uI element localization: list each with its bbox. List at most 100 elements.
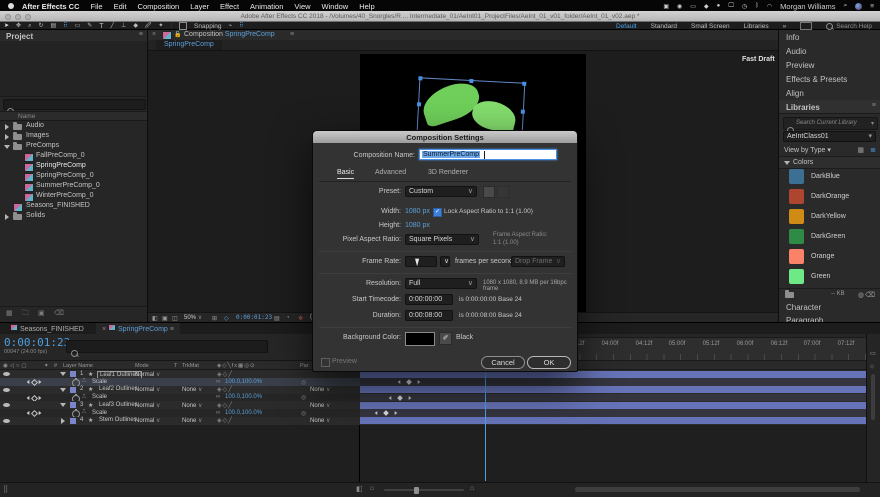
layer-duration-bar[interactable] <box>360 386 866 393</box>
eye-icon[interactable] <box>3 403 10 407</box>
project-item[interactable]: SpringPreComp <box>0 161 147 171</box>
property-value[interactable]: 100.0,100.0% <box>225 394 262 400</box>
menu-composition[interactable]: Composition <box>138 2 180 11</box>
keyframe-markers[interactable] <box>397 379 421 385</box>
layer-row[interactable]: 4 ★ Stem Outlines Normal ∨ None ∨ ◈◇╱ No… <box>0 417 880 425</box>
vertical-scrollbar[interactable] <box>871 374 875 420</box>
eye-icon[interactable] <box>3 388 10 392</box>
workspace-overflow-icon[interactable]: » <box>783 23 787 30</box>
color-swatch-row[interactable]: Green <box>779 267 880 287</box>
view-by-type-dropdown[interactable]: View by Type ▾ <box>784 146 831 154</box>
pen-tool-icon[interactable]: ✎ <box>87 23 92 30</box>
start-timecode-field[interactable]: 0:00:00:00 <box>405 294 453 305</box>
project-item[interactable]: PreComps <box>0 141 147 151</box>
project-search-field[interactable] <box>3 99 146 110</box>
framerate-field[interactable] <box>405 256 437 267</box>
status-icon-bluetooth[interactable]: ᛒ <box>755 3 759 9</box>
workspace-box-icon[interactable] <box>800 22 812 30</box>
horizontal-scrollbar[interactable] <box>575 487 860 492</box>
layer-twirl-icon[interactable] <box>60 388 66 392</box>
status-icon-clock[interactable]: ◷ <box>742 3 747 10</box>
layer-name-header[interactable]: Layer Name <box>63 363 93 369</box>
framerate-dropdown-icon[interactable]: ∨ <box>440 256 450 267</box>
lock-icon[interactable]: 🔓 <box>174 31 181 38</box>
property-value[interactable]: 100.0,100.0% <box>225 379 262 385</box>
workspace-small-screen[interactable]: Small Screen <box>691 23 730 30</box>
status-icon-screen[interactable]: 🖵 <box>728 3 734 10</box>
zoom-in-mountain-icon[interactable]: ⌂ <box>470 485 474 492</box>
lock-aspect-checkbox[interactable]: ✓ <box>433 208 442 217</box>
pan-behind-tool-icon[interactable]: ⠿ <box>63 23 67 30</box>
apple-logo-icon[interactable] <box>8 3 14 9</box>
project-item[interactable]: Solids <box>0 211 147 221</box>
library-search-field[interactable]: Search Current Library ▾ <box>783 117 878 130</box>
mode-dropdown[interactable]: Normal ∨ <box>135 402 160 409</box>
keyframe-toggle-icon[interactable]: ◎ <box>301 379 306 386</box>
property-row[interactable]: ⎍ Scale ∞ 100.0,100.0% ◎ <box>0 394 880 402</box>
new-composition-icon[interactable]: ▣ <box>38 309 45 317</box>
constrain-link-icon[interactable]: ∞ <box>216 394 220 400</box>
panel-tab-align[interactable]: Align <box>786 89 804 98</box>
layer-row[interactable]: 2 ★ Leaf2 Outlines Normal ∨ None ∨ ◈◇╱ N… <box>0 386 880 394</box>
layer-color-swatch[interactable] <box>70 387 76 393</box>
spotlight-icon[interactable]: ⌕ <box>844 2 848 10</box>
project-item[interactable]: Audio <box>0 121 147 131</box>
keyframe-markers[interactable] <box>374 410 398 416</box>
mini-flowchart-icon[interactable]: ▭ <box>870 350 876 357</box>
layer-name[interactable]: Leaf2 Outlines <box>99 386 138 392</box>
resolution-dropdown[interactable]: Full∨ <box>405 278 477 289</box>
camera-tool-icon[interactable]: ▤ <box>50 23 56 30</box>
panel-tab-character[interactable]: Character <box>786 303 821 312</box>
eraser-tool-icon[interactable]: ◆ <box>133 23 138 30</box>
menu-window[interactable]: Window <box>322 2 349 11</box>
workspace-standard[interactable]: Standard <box>651 23 677 30</box>
ok-button[interactable]: OK <box>527 356 571 369</box>
panel-tab-libraries[interactable]: Libraries <box>786 103 820 112</box>
notification-center-icon[interactable]: ≡ <box>870 3 874 10</box>
layer-color-swatch[interactable] <box>70 418 76 424</box>
snapping-checkbox[interactable] <box>179 22 187 30</box>
dialog-titlebar[interactable]: Composition Settings <box>313 131 577 143</box>
workspace-libraries[interactable]: Libraries <box>744 23 769 30</box>
layer-switches[interactable]: ◈◇╱ <box>217 371 233 378</box>
snap-grid-icon[interactable]: ⠿ <box>239 23 243 30</box>
snapshot-icon[interactable]: ▤ <box>274 315 280 322</box>
color-swatch-row[interactable]: DarkGreen <box>779 227 880 247</box>
zoom-out-mountain-icon[interactable]: ⌂ <box>370 485 374 492</box>
layer-name[interactable]: Stem Outlines <box>99 417 137 423</box>
trkmat-dropdown[interactable]: None ∨ <box>182 417 202 424</box>
new-folder-icon[interactable]: 🗀 <box>22 309 29 320</box>
layer-twirl-icon[interactable] <box>60 403 66 407</box>
viewer-close-icon[interactable]: × <box>152 31 156 38</box>
status-icon-cloud[interactable]: ● <box>717 3 721 9</box>
comp-name-field[interactable]: SummerPreComp <box>419 149 557 160</box>
rotation-tool-icon[interactable]: ↻ <box>38 23 43 30</box>
timeline-tab-active[interactable]: × SpringPreComp ≡ <box>96 323 180 334</box>
menu-help[interactable]: Help <box>359 2 374 11</box>
project-tab[interactable]: Project <box>6 32 33 41</box>
menu-file[interactable]: File <box>91 2 103 11</box>
main-view-icon[interactable]: ▣ <box>162 315 168 322</box>
property-name[interactable]: Scale <box>92 410 107 416</box>
property-row[interactable]: ⎍ Scale ∞ 100.0,100.0% ◎ <box>0 378 880 386</box>
twirl-icon[interactable] <box>5 124 9 130</box>
sync-status-icon[interactable]: ◍ <box>858 291 864 299</box>
color-swatch[interactable] <box>789 209 804 224</box>
layer-switches[interactable]: ◈◇╱ <box>217 386 233 393</box>
preset-dropdown[interactable]: Custom∨ <box>405 186 477 197</box>
snap-option-icon[interactable]: ⌁ <box>229 23 233 30</box>
selection-tool-icon[interactable]: ➤ <box>4 23 9 30</box>
save-preset-icon[interactable] <box>483 186 495 198</box>
expand-in-point-icon[interactable]: ◧ <box>356 485 363 493</box>
timeline-zoom-slider[interactable] <box>384 489 464 491</box>
magnification-dropdown[interactable]: 50% ∨ <box>184 314 202 321</box>
twirl-icon[interactable] <box>4 145 10 149</box>
par-dropdown[interactable]: Square Pixels∨ <box>405 234 479 245</box>
status-icon-display[interactable]: ▣ <box>663 3 669 10</box>
width-value[interactable]: 1080 px <box>405 208 430 215</box>
project-item[interactable]: Images <box>0 131 147 141</box>
selection-handle[interactable] <box>418 76 422 80</box>
project-item[interactable]: SpringPreComp_0 <box>0 171 147 181</box>
layer-color-swatch[interactable] <box>70 371 76 377</box>
trkmat-dropdown[interactable]: None ∨ <box>182 402 202 409</box>
